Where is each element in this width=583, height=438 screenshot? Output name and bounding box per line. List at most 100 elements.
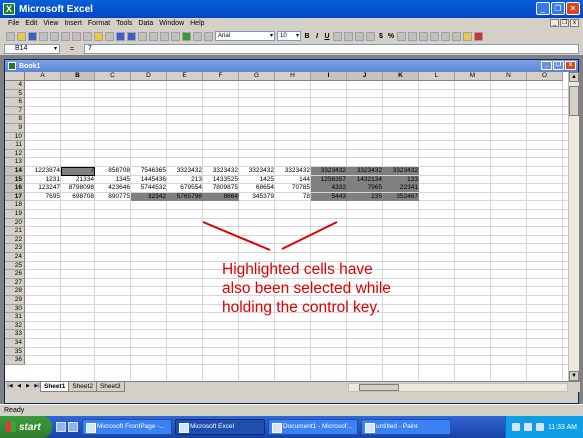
row-header-18[interactable]: 18 [5, 201, 25, 210]
row-header-8[interactable]: 8 [5, 115, 25, 124]
scroll-up-icon[interactable]: ▲ [569, 72, 579, 82]
cell-c15[interactable]: 1345 [95, 176, 131, 184]
security-icon[interactable] [535, 423, 544, 431]
column-header-b[interactable]: B [61, 72, 95, 81]
new-icon[interactable] [6, 31, 15, 41]
tab-sheet3[interactable]: Sheet3 [95, 382, 125, 392]
row-header-13[interactable]: 13 [5, 158, 25, 167]
cell-j16[interactable]: 7965 [347, 184, 383, 193]
row-header-30[interactable]: 30 [5, 304, 25, 314]
scroll-down-icon[interactable]: ▼ [569, 371, 579, 381]
undo-icon[interactable] [116, 31, 125, 41]
column-header-a[interactable]: A [25, 72, 61, 81]
select-all-corner[interactable] [5, 72, 25, 81]
cell-g17[interactable]: 345379 [239, 193, 275, 201]
row-header-20[interactable]: 20 [5, 218, 25, 228]
name-box[interactable]: B14 [4, 44, 60, 54]
row-header-36[interactable]: 36 [5, 356, 25, 365]
next-sheet-icon[interactable]: ▶ [24, 383, 32, 391]
cell-i14[interactable]: 3323432 [311, 167, 347, 175]
align-left-icon[interactable] [333, 31, 342, 41]
cell-d15[interactable]: 1445436 [131, 176, 167, 184]
cell-i16[interactable]: 4332 [311, 184, 347, 193]
menu-file[interactable]: File [8, 20, 19, 27]
row-header-32[interactable]: 32 [5, 321, 25, 331]
cell-k16[interactable]: 22341 [383, 184, 419, 193]
cell-b16[interactable]: 8798098 [61, 184, 95, 192]
align-right-icon[interactable] [355, 31, 364, 41]
cell-b15[interactable]: 21334 [61, 176, 95, 184]
row-header-17[interactable]: 17 [5, 192, 25, 202]
horizontal-scrollbar[interactable] [348, 383, 568, 392]
drawing-icon[interactable] [193, 31, 202, 41]
cell-e17[interactable]: 5765798 [167, 192, 203, 201]
increase-decimal-icon[interactable] [408, 31, 417, 41]
column-header-l[interactable]: L [419, 72, 455, 81]
formula-input[interactable]: 7 [84, 44, 579, 54]
cell-f17[interactable]: 8664 [203, 192, 239, 201]
cell-h17[interactable]: 78 [275, 193, 311, 201]
row-header-12[interactable]: 12 [5, 149, 25, 159]
first-sheet-icon[interactable]: |◀ [6, 383, 14, 391]
row-header-23[interactable]: 23 [5, 244, 25, 253]
cell-j17[interactable]: 235 [347, 192, 383, 201]
row-header-31[interactable]: 31 [5, 313, 25, 322]
vertical-scrollbar[interactable]: ▲ ▼ [568, 72, 579, 381]
row-header-14[interactable]: 14 [5, 167, 25, 176]
column-header-d[interactable]: D [131, 72, 167, 81]
row-header-19[interactable]: 19 [5, 210, 25, 219]
tab-sheet1[interactable]: Sheet1 [40, 382, 70, 392]
cell-c14[interactable]: 858708 [95, 167, 131, 175]
menu-view[interactable]: View [43, 20, 58, 27]
format-painter-icon[interactable] [105, 31, 114, 41]
prev-sheet-icon[interactable]: ◀ [15, 383, 23, 391]
cell-k15[interactable]: 133 [383, 175, 419, 184]
column-header-o[interactable]: O [527, 72, 563, 81]
underline-button[interactable]: U [323, 33, 331, 40]
cell-a17[interactable]: 7695 [25, 193, 61, 201]
menu-window[interactable]: Window [159, 20, 184, 27]
cell-d14[interactable]: 7546365 [131, 167, 167, 175]
menu-tools[interactable]: Tools [116, 20, 132, 27]
column-header-k[interactable]: K [383, 72, 419, 81]
minimize-button[interactable]: _ [536, 2, 550, 15]
borders-icon[interactable] [452, 31, 461, 41]
row-header-25[interactable]: 25 [5, 261, 25, 271]
row-header-35[interactable]: 35 [5, 347, 25, 357]
outdent-icon[interactable] [441, 31, 450, 41]
font-size-select[interactable]: 10 [277, 31, 301, 41]
row-header-28[interactable]: 28 [5, 287, 25, 296]
cell-f14[interactable]: 3323432 [203, 167, 239, 175]
workbook-close-button[interactable]: x [565, 61, 576, 70]
cell-d16[interactable]: 5744532 [131, 184, 167, 192]
zoom-icon[interactable] [204, 31, 213, 41]
tab-sheet2[interactable]: Sheet2 [68, 382, 97, 392]
column-header-m[interactable]: M [455, 72, 491, 81]
cell-a16[interactable]: 123247 [25, 184, 61, 192]
menu-insert[interactable]: Insert [64, 20, 82, 27]
indent-icon[interactable] [430, 31, 439, 41]
cell-h15[interactable]: 144 [275, 176, 311, 184]
column-header-c[interactable]: C [95, 72, 131, 81]
workbook-restore-button[interactable]: ❐ [553, 61, 564, 70]
cell-i15[interactable]: 1256357 [311, 175, 347, 184]
cell-j14[interactable]: 3323432 [347, 167, 383, 175]
print-preview-icon[interactable] [50, 31, 59, 41]
row-header-7[interactable]: 7 [5, 106, 25, 116]
spelling-icon[interactable] [61, 31, 70, 41]
row-header-5[interactable]: 5 [5, 89, 25, 99]
cell-g15[interactable]: 1425 [239, 176, 275, 184]
align-center-icon[interactable] [344, 31, 353, 41]
merge-center-icon[interactable] [366, 31, 375, 41]
restore-button[interactable]: ❐ [551, 2, 565, 15]
row-header-4[interactable]: 4 [5, 81, 25, 90]
task-word[interactable]: Document1 - Microsof... [268, 419, 358, 435]
cell-e14[interactable]: 3323432 [167, 167, 203, 175]
column-header-n[interactable]: N [491, 72, 527, 81]
percent-button[interactable]: % [387, 33, 395, 40]
menu-format[interactable]: Format [88, 20, 110, 27]
open-icon[interactable] [17, 31, 26, 41]
cell-i17[interactable]: 5443 [311, 192, 347, 201]
cell-c17[interactable]: 890775 [95, 193, 131, 201]
currency-button[interactable]: $ [377, 33, 385, 40]
